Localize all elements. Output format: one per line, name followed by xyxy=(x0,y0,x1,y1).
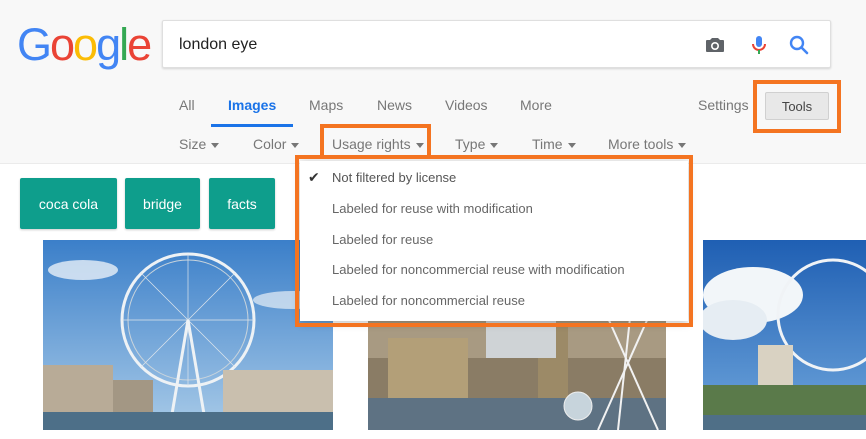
image-result-london-eye-3[interactable] xyxy=(703,240,866,430)
filter-label: Color xyxy=(253,136,287,152)
caret-down-icon xyxy=(291,142,300,148)
settings-link[interactable]: Settings xyxy=(698,97,749,113)
search-icon[interactable] xyxy=(787,33,811,57)
filter-type[interactable]: Type xyxy=(455,136,499,152)
filter-label: More tools xyxy=(608,136,674,152)
tools-highlight-box xyxy=(753,80,841,133)
google-logo[interactable]: Google xyxy=(17,19,152,70)
logo-letter: l xyxy=(119,19,129,70)
usage-rights-highlight-box xyxy=(320,124,431,159)
search-input[interactable]: london eye xyxy=(179,36,257,54)
image-result-london-eye-2[interactable] xyxy=(368,318,666,430)
filter-size[interactable]: Size xyxy=(179,136,220,152)
logo-letter: G xyxy=(17,19,52,70)
usage-menu-highlight-box xyxy=(295,155,693,327)
tab-more[interactable]: More xyxy=(520,97,552,113)
microphone-icon[interactable] xyxy=(747,33,771,57)
tab-news[interactable]: News xyxy=(377,97,412,113)
filter-time[interactable]: Time xyxy=(532,136,576,152)
chip-coca-cola[interactable]: coca cola xyxy=(20,178,117,229)
caret-down-icon xyxy=(678,142,687,148)
image-result-london-eye-1[interactable] xyxy=(43,240,333,430)
chip-label: facts xyxy=(227,195,257,212)
tab-maps[interactable]: Maps xyxy=(309,97,343,113)
filter-label: Time xyxy=(532,136,563,152)
logo-letter: o xyxy=(50,19,75,70)
tab-images[interactable]: Images xyxy=(228,97,276,113)
caret-down-icon xyxy=(567,142,576,148)
chip-label: coca cola xyxy=(38,195,99,212)
chip-label: bridge xyxy=(143,195,182,212)
active-tab-indicator xyxy=(211,124,293,127)
chip-bridge[interactable]: bridge xyxy=(125,178,200,229)
logo-letter: g xyxy=(96,19,121,70)
filter-more-tools[interactable]: More tools xyxy=(608,136,687,152)
camera-icon[interactable] xyxy=(703,33,727,57)
tab-all[interactable]: All xyxy=(179,97,195,113)
filter-label: Size xyxy=(179,136,207,152)
filter-color[interactable]: Color xyxy=(253,136,300,152)
chip-facts[interactable]: facts xyxy=(209,178,275,229)
filter-label: Type xyxy=(455,136,486,152)
logo-letter: e xyxy=(127,19,152,70)
logo-letter: o xyxy=(73,19,98,70)
caret-down-icon xyxy=(211,142,220,148)
search-box[interactable]: london eye xyxy=(162,20,831,68)
caret-down-icon xyxy=(490,142,499,148)
tab-videos[interactable]: Videos xyxy=(445,97,488,113)
